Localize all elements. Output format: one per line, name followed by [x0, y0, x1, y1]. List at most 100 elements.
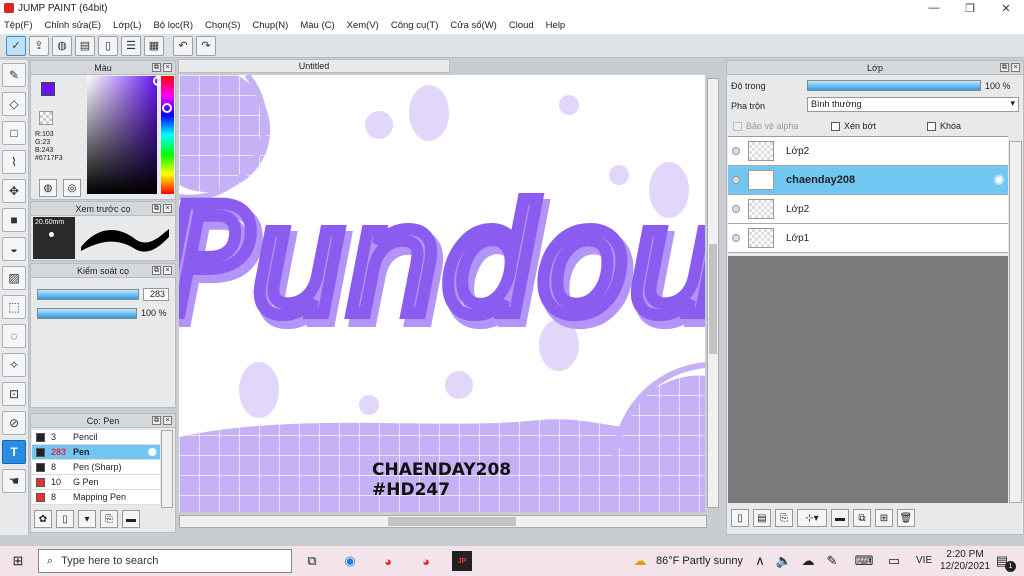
chrome-icon[interactable]: ◕ [378, 551, 398, 571]
brush-item[interactable]: 10 G Pen [32, 475, 160, 490]
document-icon[interactable]: ▯ [98, 35, 118, 56]
maximize-button[interactable]: ❐ [952, 0, 988, 16]
new-layer-copy-icon[interactable]: ▤ [753, 509, 771, 527]
fill-rect-tool-icon[interactable]: ■ [2, 208, 26, 232]
brush-size-value[interactable]: 283 [143, 288, 169, 301]
clock[interactable]: 2:20 PM 12/20/2021 [940, 549, 990, 573]
flatten-icon[interactable]: ⊞ [875, 509, 893, 527]
document-tab[interactable]: Untitled [178, 59, 450, 73]
menu-file[interactable]: Tệp(F) [4, 20, 33, 31]
menu-help[interactable]: Help [546, 20, 566, 31]
canvas-vertical-scrollbar[interactable] [707, 78, 719, 508]
brush-list-scrollbar[interactable] [161, 430, 173, 508]
close-panel-icon[interactable]: × [163, 63, 172, 72]
speaker-icon[interactable]: 🔈 [774, 551, 794, 571]
close-panel-icon[interactable]: × [163, 416, 172, 425]
cloud-icon[interactable]: ☁ [798, 551, 818, 571]
float-icon[interactable]: ⧉ [1000, 63, 1009, 72]
close-panel-icon[interactable]: × [1011, 63, 1020, 72]
clip-checkbox[interactable] [831, 121, 840, 131]
dropper-tool-icon[interactable]: ⌇ [2, 150, 26, 174]
gear-icon[interactable]: ✺ [993, 172, 1005, 189]
menu-layer[interactable]: Lớp(L) [113, 20, 141, 31]
foreground-swatch[interactable] [41, 82, 55, 96]
chat-icon[interactable]: ▤ [75, 35, 95, 56]
pen-tool-icon[interactable]: ✎ [2, 63, 26, 87]
close-panel-icon[interactable]: × [163, 266, 172, 275]
lock-checkbox[interactable] [927, 121, 936, 131]
pen-icon[interactable]: ✎ [822, 551, 842, 571]
jump-paint-taskbar-icon[interactable]: JP [452, 551, 472, 571]
layer-row[interactable]: Lớp1 [728, 224, 1008, 253]
select-eraser-tool-icon[interactable]: ⊘ [2, 411, 26, 435]
chevron-up-icon[interactable]: ∧ [750, 551, 770, 571]
move-tool-icon[interactable]: ✥ [2, 179, 26, 203]
menu-window[interactable]: Cửa sổ(W) [450, 20, 496, 31]
lock-option[interactable]: Khóa [927, 121, 961, 131]
keyboard-icon[interactable]: ⌨ [854, 551, 874, 571]
float-icon[interactable]: ⧉ [152, 204, 161, 213]
redo-icon[interactable]: ↷ [196, 35, 216, 56]
share-icon[interactable]: ⇪ [29, 35, 49, 56]
new-layer-icon[interactable]: ▯ [731, 509, 749, 527]
layer-row[interactable]: Lớp2 [728, 137, 1008, 166]
clip-option[interactable]: Xén bớt [831, 121, 876, 131]
hue-slider[interactable] [161, 76, 174, 194]
brush-opacity-slider[interactable] [37, 308, 137, 319]
menu-cloud[interactable]: Cloud [509, 20, 534, 31]
hand-tool-icon[interactable]: ☚ [2, 469, 26, 493]
rect-tool-icon[interactable]: □ [2, 121, 26, 145]
new-brush-icon[interactable]: ▯ [56, 510, 74, 528]
brush-size-slider[interactable] [37, 289, 139, 300]
palette-icon[interactable]: ◍ [39, 179, 57, 197]
brush-item-selected[interactable]: 283 Pen ✺ [32, 445, 160, 460]
eraser-tool-icon[interactable]: ◇ [2, 92, 26, 116]
chrome-profile-icon[interactable]: ◕ [416, 551, 436, 571]
select-pen-tool-icon[interactable]: ⊡ [2, 382, 26, 406]
merge-layer-icon[interactable]: ⧉ [853, 509, 871, 527]
menu-color[interactable]: Màu (C) [300, 20, 334, 31]
menu-view[interactable]: Xem(V) [347, 20, 379, 31]
brush-item[interactable]: 8 Mapping Pen [32, 490, 160, 505]
network-icon[interactable]: ▭ [884, 551, 904, 571]
color-picker-icon[interactable]: ◎ [63, 179, 81, 197]
windows-start-icon[interactable]: ⊞ [8, 551, 28, 571]
canvas-horizontal-scrollbar[interactable] [179, 515, 707, 528]
bucket-tool-icon[interactable]: ◒ [2, 237, 26, 261]
close-panel-icon[interactable]: × [163, 204, 172, 213]
copy-brush-icon[interactable]: ⎘ [100, 510, 118, 528]
magic-wand-tool-icon[interactable]: ✧ [2, 353, 26, 377]
brush-menu-icon[interactable]: ▾ [78, 510, 96, 528]
float-icon[interactable]: ⧉ [152, 416, 161, 425]
text-tool-icon[interactable]: T [2, 440, 26, 464]
select-rect-tool-icon[interactable]: ⬚ [2, 295, 26, 319]
delete-layer-icon[interactable]: 🗑 [897, 509, 915, 527]
menu-capture[interactable]: Chụp(N) [252, 20, 288, 31]
brush-settings-icon[interactable]: ✿ [34, 510, 52, 528]
comment-icon[interactable]: ◍ [52, 35, 72, 56]
brush-folder-icon[interactable]: ▬ [122, 510, 140, 528]
menu-tools[interactable]: Công cụ(T) [391, 20, 439, 31]
cloud-check-icon[interactable]: ✓ [6, 35, 26, 56]
layer-opacity-slider[interactable] [807, 80, 981, 91]
visibility-icon[interactable] [732, 176, 740, 184]
layer-list-scrollbar[interactable] [1009, 141, 1022, 503]
layer-row-selected[interactable]: chaenday208 ✺ [728, 166, 1008, 195]
edge-icon[interactable]: ◉ [340, 551, 360, 571]
grid-icon[interactable]: ▦ [144, 35, 164, 56]
close-button[interactable]: ✕ [988, 0, 1024, 16]
artwork-canvas[interactable]: Pundou Pundou CHAENDAY208 #HD247 [179, 75, 705, 512]
brush-item[interactable]: 3 Pencil [32, 430, 160, 445]
visibility-icon[interactable] [732, 205, 740, 213]
brush-item[interactable]: 8 Pen (Sharp) [32, 460, 160, 475]
taskbar-search[interactable]: ⌕ Type here to search [38, 549, 292, 573]
list-icon[interactable]: ☰ [121, 35, 141, 56]
add-layer-menu-icon[interactable]: ⊹▾ [797, 509, 827, 527]
transparent-swatch[interactable] [39, 111, 53, 125]
duplicate-layer-icon[interactable]: ⎘ [775, 509, 793, 527]
menu-filter[interactable]: Bộ lọc(R) [153, 20, 193, 31]
protect-alpha-option[interactable]: Bảo vệ alpha [733, 121, 799, 131]
folder-icon[interactable]: ▬ [831, 509, 849, 527]
color-square[interactable] [87, 76, 163, 194]
input-language[interactable]: VIE [916, 555, 932, 566]
